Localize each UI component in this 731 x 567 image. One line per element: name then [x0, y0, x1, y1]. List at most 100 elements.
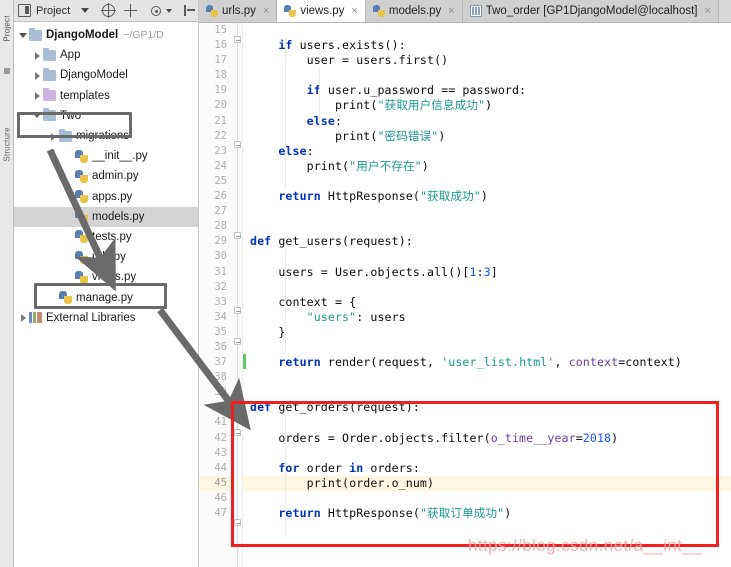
line-number[interactable]: 44 — [199, 461, 232, 476]
gear-chevron-icon[interactable] — [166, 8, 173, 13]
line-number[interactable]: 34 — [199, 310, 232, 325]
line-number[interactable]: 25 — [199, 174, 232, 189]
tool-button-structure[interactable]: Structure — [3, 124, 12, 166]
line-number[interactable]: 28 — [199, 219, 232, 234]
line-number[interactable]: 26 — [199, 189, 232, 204]
editor-tab-views-py[interactable]: views.py × — [277, 0, 366, 22]
code-line[interactable]: else: — [243, 144, 731, 159]
code-line[interactable]: users = User.objects.all()[1:3] — [243, 265, 731, 280]
fold-marker[interactable] — [234, 232, 241, 239]
tree-item-models-py[interactable]: models.py — [14, 206, 198, 227]
code-line[interactable]: print("用户不存在") — [243, 159, 731, 174]
code-line[interactable] — [243, 340, 731, 355]
line-number[interactable]: 22 — [199, 129, 232, 144]
tool-button-project[interactable]: Project — [3, 8, 12, 50]
line-number[interactable]: 29 — [199, 234, 232, 249]
code-line[interactable] — [243, 385, 731, 400]
close-icon[interactable]: × — [351, 5, 357, 17]
line-number[interactable]: 20 — [199, 98, 232, 113]
code-line[interactable] — [243, 370, 731, 385]
code-token: ] — [490, 264, 498, 279]
line-number[interactable]: 38 — [199, 370, 232, 385]
fold-marker[interactable] — [234, 338, 241, 345]
line-number[interactable]: 46 — [199, 491, 232, 506]
line-number[interactable]: 45 — [199, 475, 232, 491]
code-line[interactable] — [243, 23, 731, 38]
close-icon[interactable]: × — [704, 5, 710, 17]
tree-item-tests-py[interactable]: tests.py — [14, 227, 198, 247]
code-line[interactable]: def get_users(request): — [243, 234, 731, 249]
code-line[interactable]: print("密码错误") — [243, 129, 731, 144]
fold-marker[interactable] — [234, 36, 241, 43]
tree-item-djangomodel[interactable]: DjangoModel ~/GP1/D — [14, 25, 198, 45]
chevron-right-icon[interactable] — [32, 90, 43, 101]
line-number[interactable]: 32 — [199, 280, 232, 295]
tree-item-templates[interactable]: templates — [14, 86, 198, 106]
expand-icon[interactable] — [124, 4, 138, 17]
locate-icon[interactable] — [101, 3, 117, 18]
line-number[interactable]: 21 — [199, 114, 232, 129]
line-number[interactable]: 39 — [199, 385, 232, 400]
line-number[interactable]: 31 — [199, 265, 232, 280]
chevron-down-icon[interactable] — [18, 30, 29, 41]
chevron-right-icon[interactable] — [18, 312, 29, 323]
line-number[interactable]: 40 — [199, 400, 232, 415]
code-line[interactable]: context = { — [243, 295, 731, 310]
code-line[interactable] — [243, 204, 731, 219]
tree-item-urls-py[interactable]: urls.py — [14, 247, 198, 267]
code-line[interactable] — [243, 219, 731, 234]
line-number[interactable]: 41 — [199, 415, 232, 430]
line-number[interactable]: 33 — [199, 295, 232, 310]
line-number[interactable]: 36 — [199, 340, 232, 355]
code-line[interactable]: return HttpResponse("获取成功") — [243, 189, 731, 204]
settings-gear-icon[interactable] — [151, 6, 162, 16]
line-number[interactable]: 37 — [199, 355, 232, 370]
code-line[interactable]: user = users.first() — [243, 53, 731, 68]
code-line[interactable]: else: — [243, 114, 731, 129]
line-number[interactable]: 15 — [199, 23, 232, 38]
close-icon[interactable]: × — [448, 5, 454, 17]
tree-item-djangomodel[interactable]: DjangoModel — [14, 65, 198, 85]
code-token: print( — [250, 128, 378, 143]
code-line[interactable]: } — [243, 325, 731, 340]
tree-item-external-libraries[interactable]: External Libraries — [14, 308, 198, 328]
line-number[interactable]: 24 — [199, 159, 232, 174]
editor-tab-urls-py[interactable]: urls.py × — [199, 0, 278, 22]
code-line[interactable] — [243, 280, 731, 295]
tree-item--init-py[interactable]: __init__.py — [14, 146, 198, 166]
hide-icon[interactable] — [183, 4, 196, 17]
tree-item-admin-py[interactable]: admin.py — [14, 166, 198, 186]
chevron-right-icon[interactable] — [32, 70, 43, 81]
chevron-right-icon[interactable] — [32, 50, 43, 61]
line-number[interactable]: 42 — [199, 431, 232, 446]
line-number[interactable]: 47 — [199, 506, 232, 521]
fold-marker[interactable] — [234, 141, 241, 148]
tree-item-apps-py[interactable]: apps.py — [14, 187, 198, 207]
editor-tab-two-order[interactable]: Two_order [GP1DjangoModel@localhost] × — [462, 0, 719, 22]
code-line[interactable]: if user.u_password == password: — [243, 83, 731, 98]
project-tree[interactable]: DjangoModel ~/GP1/D App DjangoModel template… — [14, 22, 198, 328]
line-number[interactable]: 23 — [199, 144, 232, 159]
code-line[interactable]: "users": users — [243, 310, 731, 325]
line-number[interactable]: 35 — [199, 325, 232, 340]
code-line[interactable] — [243, 174, 731, 189]
code-line[interactable] — [243, 68, 731, 83]
code-line[interactable]: if users.exists(): — [243, 38, 731, 53]
editor-tab-models-py[interactable]: models.py × — [365, 0, 463, 22]
line-number[interactable]: 17 — [199, 53, 232, 68]
editor-tab-bar[interactable]: urls.py × views.py × models.py × Two_order [GP… — [199, 0, 731, 23]
code-line[interactable]: print("获取用户信息成功") — [243, 98, 731, 113]
tree-item-app[interactable]: App — [14, 45, 198, 65]
line-number[interactable]: 43 — [199, 446, 232, 461]
line-number[interactable]: 16 — [199, 38, 232, 53]
chevron-down-icon[interactable] — [81, 8, 90, 13]
line-number[interactable]: 19 — [199, 83, 232, 98]
close-icon[interactable]: × — [263, 5, 269, 17]
line-number[interactable]: 30 — [199, 249, 232, 264]
fold-marker[interactable] — [234, 307, 241, 314]
line-number[interactable]: 27 — [199, 204, 232, 219]
line-number[interactable]: 18 — [199, 68, 232, 83]
code-line[interactable] — [243, 249, 731, 264]
code-line[interactable]: return render(request, 'user_list.html',… — [243, 355, 731, 370]
